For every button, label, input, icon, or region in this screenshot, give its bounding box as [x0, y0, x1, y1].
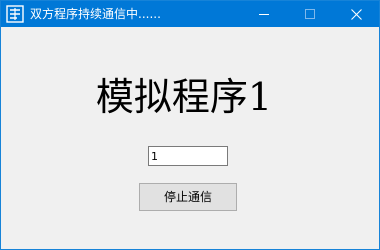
number-input[interactable] [148, 146, 228, 166]
program-heading: 模拟程序1 [95, 75, 273, 119]
close-icon [350, 8, 362, 20]
close-button[interactable] [333, 1, 379, 27]
app-logo-icon [6, 5, 24, 23]
maximize-button[interactable] [287, 1, 333, 27]
client-area: 模拟程序1 停止通信 [1, 27, 379, 249]
title-bar[interactable]: 双方程序持续通信中...... [1, 1, 379, 27]
maximize-icon [305, 9, 315, 19]
window-title: 双方程序持续通信中...... [30, 7, 161, 21]
stop-communication-button[interactable]: 停止通信 [139, 183, 237, 211]
app-window: 双方程序持续通信中...... 模拟程序1 1 停止通信 [0, 0, 380, 250]
minimize-icon [259, 9, 269, 19]
minimize-button[interactable] [241, 1, 287, 27]
